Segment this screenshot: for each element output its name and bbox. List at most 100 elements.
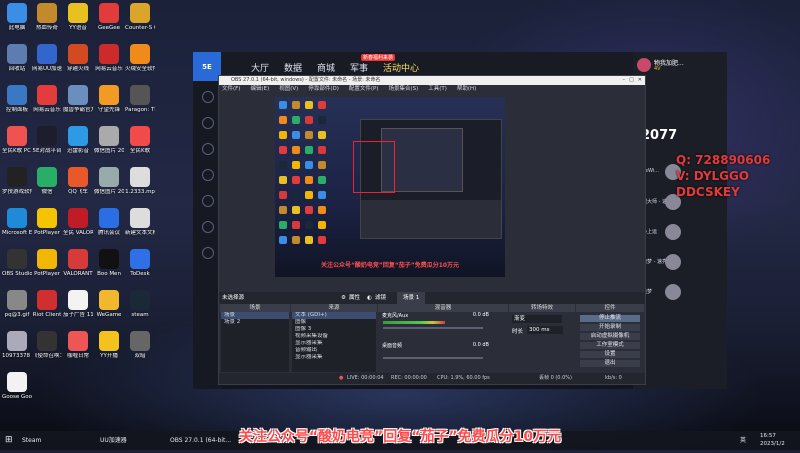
desktop-icon[interactable]: WeGame: [94, 290, 124, 319]
desktop-icon[interactable]: 网易云音乐: [32, 85, 62, 114]
source-item[interactable]: 图像 3: [292, 326, 376, 333]
desktop-icon[interactable]: ToDesk: [125, 249, 155, 278]
start-record-button[interactable]: 开始录制: [580, 323, 640, 331]
desktop-icon[interactable]: 新建文本文档.txt: [125, 208, 155, 237]
desktop-icon[interactable]: 此电脑: [2, 3, 32, 32]
desktop-icon[interactable]: 5E对战平台: [32, 126, 62, 155]
desktop-icon[interactable]: 全民K歌: [125, 126, 155, 155]
wifi-icon[interactable]: [202, 221, 214, 233]
desktop-icon[interactable]: QQ飞车: [63, 167, 93, 196]
menu-view[interactable]: 视图(V): [279, 86, 298, 92]
settings-button[interactable]: 设置: [580, 350, 640, 358]
tab-store[interactable]: 商城: [317, 61, 335, 74]
volume-slider[interactable]: [383, 357, 483, 359]
stop-stream-button[interactable]: 停止推流: [580, 314, 640, 322]
bag-icon[interactable]: [202, 247, 214, 259]
client-logo[interactable]: 5E: [193, 52, 221, 81]
trophy-icon[interactable]: [202, 169, 214, 181]
source-item[interactable]: 显示器采集: [292, 340, 376, 347]
desktop-icon[interactable]: 10973378 03 茄子广告图片...: [2, 331, 32, 360]
desktop-icon[interactable]: 迅雷影音: [63, 126, 93, 155]
friend-item[interactable]: 中速梦 - 速亮: [637, 254, 723, 270]
desktop-icon[interactable]: VALORANT: [63, 249, 93, 278]
duration-field[interactable]: 300 ms: [527, 326, 563, 334]
desktop-icon[interactable]: 微信: [32, 167, 62, 196]
menu-profile[interactable]: 配置文件(P): [349, 86, 379, 92]
desktop-icon[interactable]: 控制面板: [2, 85, 32, 114]
menu-scene-collection[interactable]: 场景集合(S): [388, 86, 418, 92]
menu-help[interactable]: 帮助(H): [457, 86, 476, 92]
desktop-icon[interactable]: 全民K歌 PC 版: [2, 126, 32, 155]
desktop-icon[interactable]: OBS Studio: [2, 249, 32, 278]
scene-item[interactable]: 场景: [221, 312, 289, 319]
desktop-icon[interactable]: Riot Client: [32, 290, 62, 319]
studio-mode-button[interactable]: 工作室模式: [580, 341, 640, 349]
gear-icon[interactable]: ⚙: [341, 292, 346, 304]
desktop-icon[interactable]: YY开播: [94, 331, 124, 360]
maximize-icon[interactable]: □: [629, 76, 634, 85]
menu-docks[interactable]: 停靠部件(D): [308, 86, 339, 92]
desktop-icon[interactable]: Microsoft Edge: [2, 208, 32, 237]
desktop-icon[interactable]: Boo Men: [94, 249, 124, 278]
menu-tools[interactable]: 工具(T): [428, 86, 447, 92]
friend-avatar: [665, 284, 681, 300]
tab-data[interactable]: 数据: [284, 61, 302, 74]
exit-button[interactable]: 退出: [580, 359, 640, 367]
source-item[interactable]: 文本 (GDI+): [292, 312, 376, 319]
desktop-icon[interactable]: 火绒安全软件: [125, 44, 155, 73]
map-icon[interactable]: [202, 195, 214, 207]
source-item[interactable]: 音频输出: [292, 347, 376, 354]
filters-button[interactable]: 滤镜: [375, 292, 386, 304]
menu-edit[interactable]: 编辑(E): [250, 86, 269, 92]
desktop-icon[interactable]: 全民 VALORANT: [63, 208, 93, 237]
tab-events[interactable]: 活动中心: [383, 61, 419, 74]
transition-select[interactable]: 渐变: [512, 315, 562, 323]
desktop-icon[interactable]: Counter-S Global Off: [125, 3, 155, 32]
properties-button[interactable]: 属性: [349, 292, 360, 304]
volume-slider[interactable]: [383, 327, 483, 329]
desktop-icon[interactable]: 守望先锋: [94, 85, 124, 114]
source-item[interactable]: 图像: [292, 319, 376, 326]
desktop-icon[interactable]: PotPlayer: [32, 208, 62, 237]
desktop-icon[interactable]: 回收站: [2, 44, 32, 73]
source-item[interactable]: 显示器采集: [292, 354, 376, 361]
desktop-icon[interactable]: 热血传奇: [32, 3, 62, 32]
desktop-icon[interactable]: 双暗: [125, 331, 155, 360]
desktop-icon[interactable]: 网易UU加速器: [32, 44, 62, 73]
virtual-camera-button[interactable]: 启动虚拟摄像机: [580, 332, 640, 340]
desktop-icon[interactable]: YY语音: [63, 3, 93, 32]
desktop-icon[interactable]: Paragon: The Over...: [125, 85, 155, 114]
friend-item[interactable]: 风迷梦: [637, 284, 723, 300]
minimize-icon[interactable]: –: [623, 76, 626, 85]
desktop-icon[interactable]: 微信图片 2022120...: [94, 126, 124, 155]
filter-icon[interactable]: ◐: [367, 292, 372, 304]
desktop-icon[interactable]: PotPlayer: [32, 249, 62, 278]
menu-file[interactable]: 文件(F): [222, 86, 240, 92]
desktop-icon[interactable]: pq@3.gif: [2, 290, 32, 319]
desktop-icon[interactable]: 罗技游戏软件: [2, 167, 32, 196]
desktop-icon[interactable]: steam: [125, 290, 155, 319]
friend-item[interactable]: 红心上运: [637, 224, 723, 240]
desktop-icon[interactable]: GeeGee: [94, 3, 124, 32]
scene-item[interactable]: 场景 2: [221, 319, 289, 326]
desktop-icon[interactable]: 魔兽争霸官方对战平台: [63, 85, 93, 114]
desktop-icon[interactable]: 网易云音乐: [94, 44, 124, 73]
scenes-dock-title: 场景: [220, 304, 290, 312]
desktop-icon[interactable]: Goose Goose Duck: [2, 372, 32, 401]
obs-preview-canvas[interactable]: 关注公众号“酸奶电竞”回复“茄子”免费瓜分10万元: [275, 97, 505, 277]
desktop-icon[interactable]: 腾讯会议: [94, 208, 124, 237]
close-icon[interactable]: ✕: [638, 76, 642, 85]
desktop-icon[interactable]: 茄子广告 11.4.png: [63, 290, 93, 319]
source-item[interactable]: 视频采集设备: [292, 333, 376, 340]
desktop-icon[interactable]: 《使命召唤：现代战争II》: [32, 331, 62, 360]
desktop-icon[interactable]: 穿越火线: [63, 44, 93, 73]
tab-military[interactable]: 军事: [350, 61, 368, 74]
desktop-icon[interactable]: 微信图片 2022120...: [94, 167, 124, 196]
tab-lobby[interactable]: 大厅: [251, 61, 269, 74]
shield-icon[interactable]: [202, 143, 214, 155]
desktop-icon[interactable]: 1.2333.mp: [125, 167, 155, 196]
avatar[interactable]: [637, 58, 651, 72]
desktop-icon[interactable]: 咖喱日常: [63, 331, 93, 360]
home-icon[interactable]: [202, 91, 214, 103]
match-icon[interactable]: [202, 117, 214, 129]
